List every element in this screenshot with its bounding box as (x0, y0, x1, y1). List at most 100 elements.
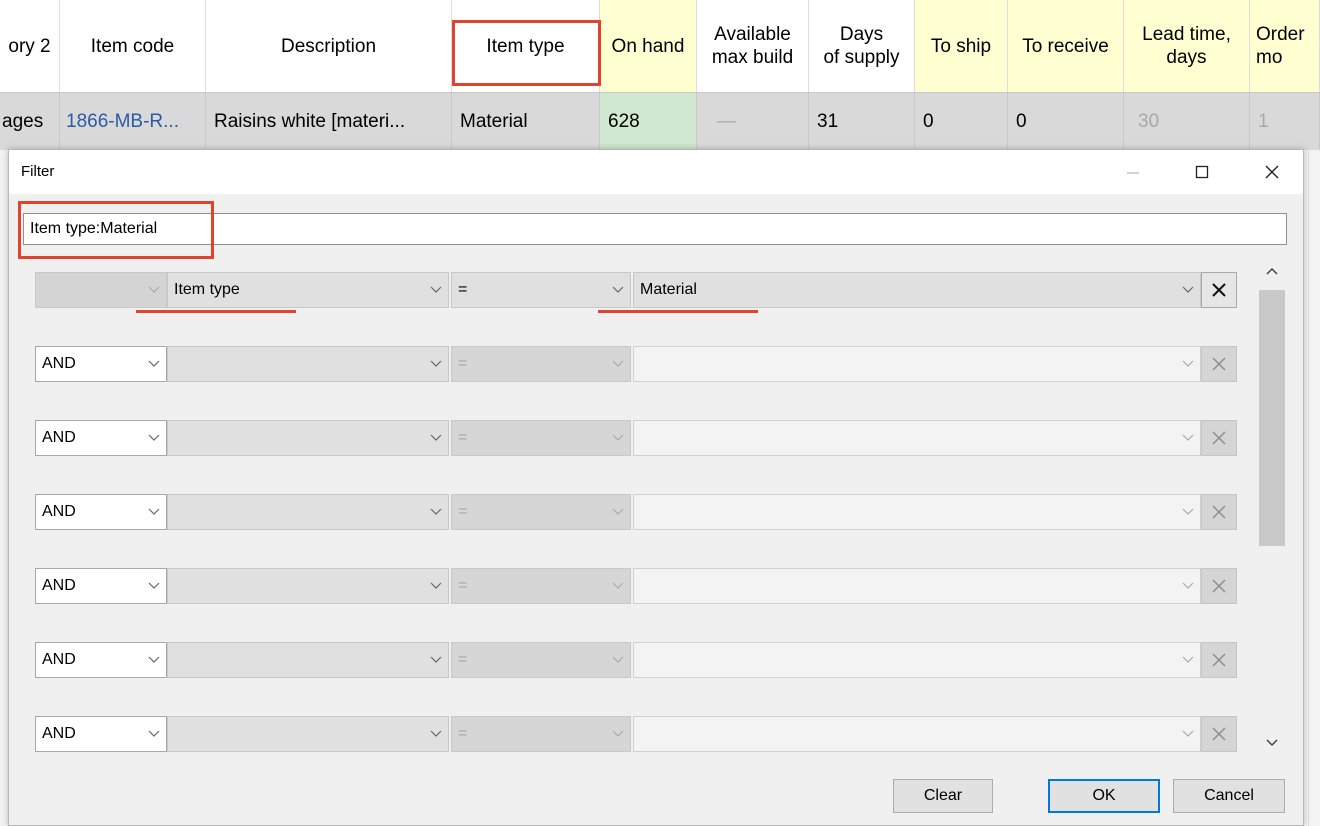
filter-condition-row: AND = (27, 642, 1257, 678)
field-select[interactable]: Item type (167, 272, 449, 308)
value-select[interactable] (633, 420, 1201, 456)
logic-operator-select[interactable]: AND (35, 494, 167, 530)
maximize-icon (1195, 165, 1209, 179)
field-select-value: Item type (174, 281, 240, 298)
chevron-down-icon (430, 582, 442, 589)
column-header-order-mo[interactable]: Order mo (1250, 0, 1320, 92)
chevron-down-icon (148, 286, 160, 293)
logic-operator-value: AND (42, 725, 76, 742)
field-select[interactable] (167, 420, 449, 456)
column-header-available-max-build[interactable]: Available max build (697, 0, 809, 92)
chevron-down-icon (612, 656, 624, 663)
remove-condition-button[interactable] (1201, 420, 1237, 456)
column-header-item-code[interactable]: Item code (60, 0, 206, 92)
value-select[interactable] (633, 568, 1201, 604)
column-header-on-hand[interactable]: On hand (600, 0, 697, 92)
value-select[interactable] (633, 346, 1201, 382)
close-icon (1265, 165, 1279, 179)
field-select[interactable] (167, 716, 449, 752)
chevron-down-icon (148, 434, 160, 441)
column-header-lead-time[interactable]: Lead time, days (1124, 0, 1250, 92)
field-select[interactable] (167, 346, 449, 382)
logic-operator-select[interactable] (35, 272, 167, 308)
chevron-down-icon (1182, 434, 1194, 441)
remove-condition-button[interactable] (1201, 642, 1237, 678)
field-select[interactable] (167, 494, 449, 530)
cell-available-max-build: — (697, 93, 809, 151)
dialog-titlebar: Filter (9, 150, 1303, 194)
delete-icon (1212, 357, 1226, 371)
cell-on-hand: 628 (600, 93, 697, 151)
column-header-to-receive[interactable]: To receive (1008, 0, 1124, 92)
logic-operator-value: AND (42, 651, 76, 668)
column-header-item-type[interactable]: Item type (452, 0, 600, 92)
logic-operator-select[interactable]: AND (35, 420, 167, 456)
chevron-down-icon (612, 360, 624, 367)
maximize-button[interactable] (1176, 150, 1228, 194)
operator-select[interactable]: = (451, 568, 631, 604)
field-select[interactable] (167, 642, 449, 678)
cell-to-ship: 0 (915, 93, 1008, 151)
cell-order-mo: 1 (1250, 93, 1320, 151)
chevron-down-icon (1182, 360, 1194, 367)
remove-condition-button[interactable] (1201, 568, 1237, 604)
close-button[interactable] (1246, 150, 1298, 194)
value-select[interactable] (633, 642, 1201, 678)
column-header-days-of-supply[interactable]: Days of supply (809, 0, 915, 92)
scroll-up-button[interactable] (1257, 258, 1287, 284)
chevron-down-icon (1182, 582, 1194, 589)
table-row[interactable]: ages 1866-MB-R... Raisins white [materi.… (0, 92, 1320, 151)
delete-icon (1212, 727, 1226, 741)
operator-select[interactable]: = (451, 420, 631, 456)
remove-condition-button[interactable] (1201, 346, 1237, 382)
operator-select-value: = (458, 577, 468, 594)
filter-condition-row: AND = (27, 494, 1257, 530)
delete-icon (1212, 579, 1226, 593)
operator-select-value: = (458, 651, 468, 668)
scroll-thumb[interactable] (1259, 290, 1285, 546)
column-header-to-ship[interactable]: To ship (915, 0, 1008, 92)
filter-conditions-list: Item type = Material AND = AND = AND = AND = AND = AN… (27, 260, 1257, 752)
remove-condition-button[interactable] (1201, 272, 1237, 308)
minimize-icon (1127, 172, 1139, 174)
chevron-down-icon (612, 286, 624, 293)
chevron-down-icon (430, 434, 442, 441)
chevron-down-icon (1182, 656, 1194, 663)
operator-select[interactable]: = (451, 346, 631, 382)
remove-condition-button[interactable] (1201, 494, 1237, 530)
filter-dialog: Filter Item type=MaterialAND=AND=AND=AND… (8, 149, 1304, 826)
remove-condition-button[interactable] (1201, 716, 1237, 752)
operator-select[interactable]: = (451, 494, 631, 530)
value-select-value: Material (640, 281, 697, 298)
chevron-down-icon (1182, 508, 1194, 515)
field-select[interactable] (167, 568, 449, 604)
cell-item-type: Material (452, 93, 600, 151)
logic-operator-select[interactable]: AND (35, 642, 167, 678)
ok-button[interactable]: OK (1048, 779, 1160, 813)
value-select[interactable] (633, 716, 1201, 752)
operator-select[interactable]: = (451, 642, 631, 678)
operator-select-value: = (458, 725, 468, 742)
value-select[interactable]: Material (633, 272, 1201, 308)
filter-expression-input[interactable] (23, 213, 1287, 245)
cell-item-code-link[interactable]: 1866-MB-R... (60, 93, 206, 151)
value-select[interactable] (633, 494, 1201, 530)
minimize-button[interactable] (1107, 150, 1159, 194)
chevron-up-icon (1266, 267, 1278, 275)
logic-operator-select[interactable]: AND (35, 568, 167, 604)
operator-select[interactable]: = (451, 716, 631, 752)
cancel-button[interactable]: Cancel (1173, 779, 1285, 813)
column-header-category-2[interactable]: ory 2 (0, 0, 60, 92)
logic-operator-value: AND (42, 355, 76, 372)
scroll-down-button[interactable] (1257, 730, 1287, 756)
chevron-down-icon (430, 286, 442, 293)
logic-operator-select[interactable]: AND (35, 346, 167, 382)
clear-button[interactable]: Clear (893, 779, 993, 813)
logic-operator-value: AND (42, 429, 76, 446)
column-header-description[interactable]: Description (206, 0, 452, 92)
logic-operator-select[interactable]: AND (35, 716, 167, 752)
operator-select[interactable]: = (451, 272, 631, 308)
filter-condition-row: AND = (27, 568, 1257, 604)
filter-scrollbar[interactable] (1257, 258, 1287, 756)
chevron-down-icon (430, 360, 442, 367)
